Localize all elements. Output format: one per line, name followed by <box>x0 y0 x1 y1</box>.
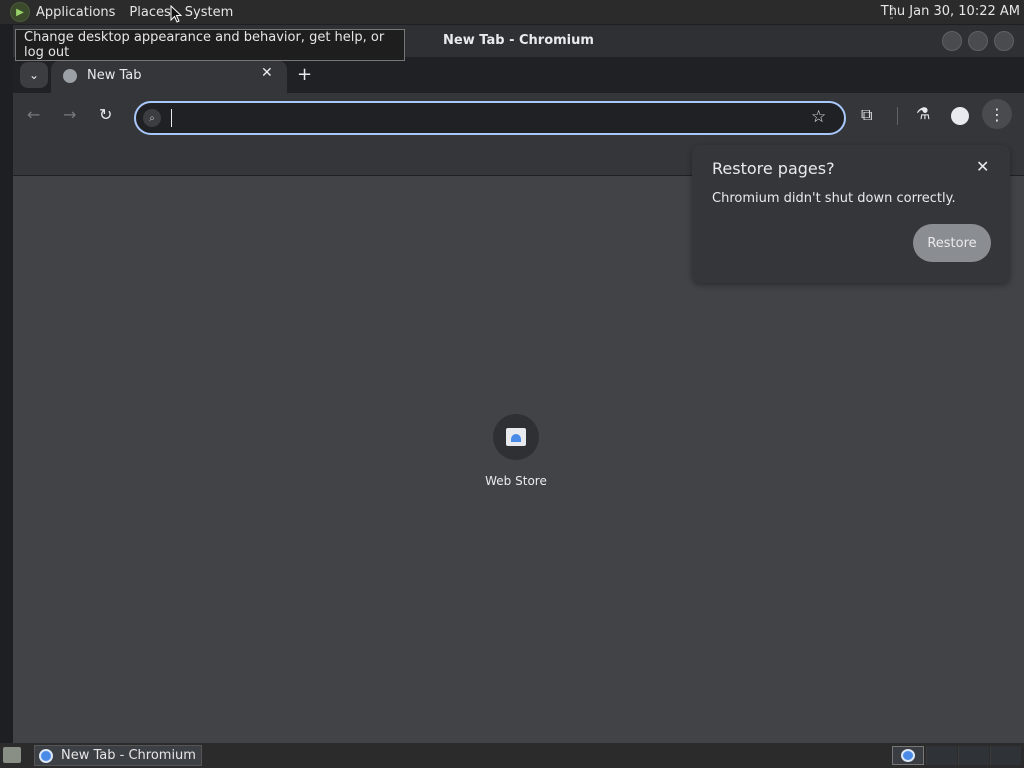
omnibox-input[interactable] <box>176 106 800 132</box>
close-window-button[interactable] <box>994 31 1014 51</box>
restore-button[interactable]: Restore <box>913 224 991 262</box>
system-menu[interactable]: System <box>185 5 233 20</box>
panel-clock[interactable]: Thu Jan 30, 10:22 AM <box>881 4 1020 19</box>
search-icon: ⌕ <box>143 109 161 127</box>
close-tab-icon[interactable]: ✕ <box>261 65 273 81</box>
puzzle-icon[interactable]: ⧉ <box>861 105 872 125</box>
flask-icon[interactable]: ⚗ <box>916 104 930 123</box>
shortcut-label: Web Store <box>485 474 547 488</box>
toolbar-divider <box>897 107 898 125</box>
tab-search-button[interactable]: ⌄ <box>20 62 48 88</box>
taskbar-item-chromium[interactable]: New Tab - Chromium <box>34 745 202 766</box>
minimize-button[interactable] <box>942 31 962 51</box>
shortcut-web-store[interactable]: Web Store <box>481 414 551 488</box>
close-icon[interactable]: ✕ <box>976 157 989 176</box>
address-bar[interactable]: ⌕ ☆ <box>134 101 846 135</box>
web-store-icon <box>493 414 539 460</box>
restore-title: Restore pages? <box>712 159 835 178</box>
places-menu[interactable]: Places <box>129 5 170 20</box>
bottom-taskbar: New Tab - Chromium <box>0 743 1024 768</box>
chromium-icon <box>901 749 915 762</box>
gnome-logo-icon[interactable]: ▶ <box>10 2 30 22</box>
system-menu-tooltip: Change desktop appearance and behavior, … <box>15 29 405 61</box>
chromium-icon <box>39 748 53 763</box>
forward-arrow-icon[interactable]: → <box>63 105 76 124</box>
tab-strip: ⌄ New Tab ✕ + <box>13 57 1024 93</box>
profile-icon[interactable] <box>951 107 969 125</box>
browser-toolbar: ← → ↻ ⌕ ☆ ⧉ ⚗ ⋮ <box>13 93 1024 139</box>
workspace-4[interactable] <box>990 746 1021 765</box>
restore-pages-bubble: Restore pages? ✕ Chromium didn't shut do… <box>692 145 1010 283</box>
back-arrow-icon[interactable]: ← <box>27 105 40 124</box>
maximize-button[interactable] <box>968 31 988 51</box>
workspace-2[interactable] <box>926 746 957 765</box>
globe-icon <box>63 69 77 83</box>
restore-message: Chromium didn't shut down correctly. <box>712 191 956 206</box>
chromium-window: New Tab - Chromium ⌄ New Tab ✕ + ← → ↻ ⌕… <box>13 25 1024 743</box>
text-caret <box>171 109 172 127</box>
applications-menu[interactable]: Applications <box>36 5 115 20</box>
workspace-1[interactable] <box>892 746 924 765</box>
mouse-pointer-icon <box>170 5 182 23</box>
taskbar-item-label: New Tab - Chromium <box>61 748 196 763</box>
top-panel: ▶ Applications Places System Thu Jan 30,… <box>0 0 1024 24</box>
new-tab-button[interactable]: + <box>297 64 312 85</box>
reload-icon[interactable]: ↻ <box>99 105 112 124</box>
workspace-3[interactable] <box>958 746 989 765</box>
tab-label: New Tab <box>87 68 142 83</box>
chevron-down-icon: ⌄ <box>28 68 40 82</box>
show-desktop-icon[interactable] <box>3 747 21 763</box>
star-icon[interactable]: ☆ <box>811 107 826 127</box>
tab-new-tab[interactable]: New Tab ✕ <box>51 61 287 93</box>
kebab-menu-icon[interactable]: ⋮ <box>982 99 1012 129</box>
